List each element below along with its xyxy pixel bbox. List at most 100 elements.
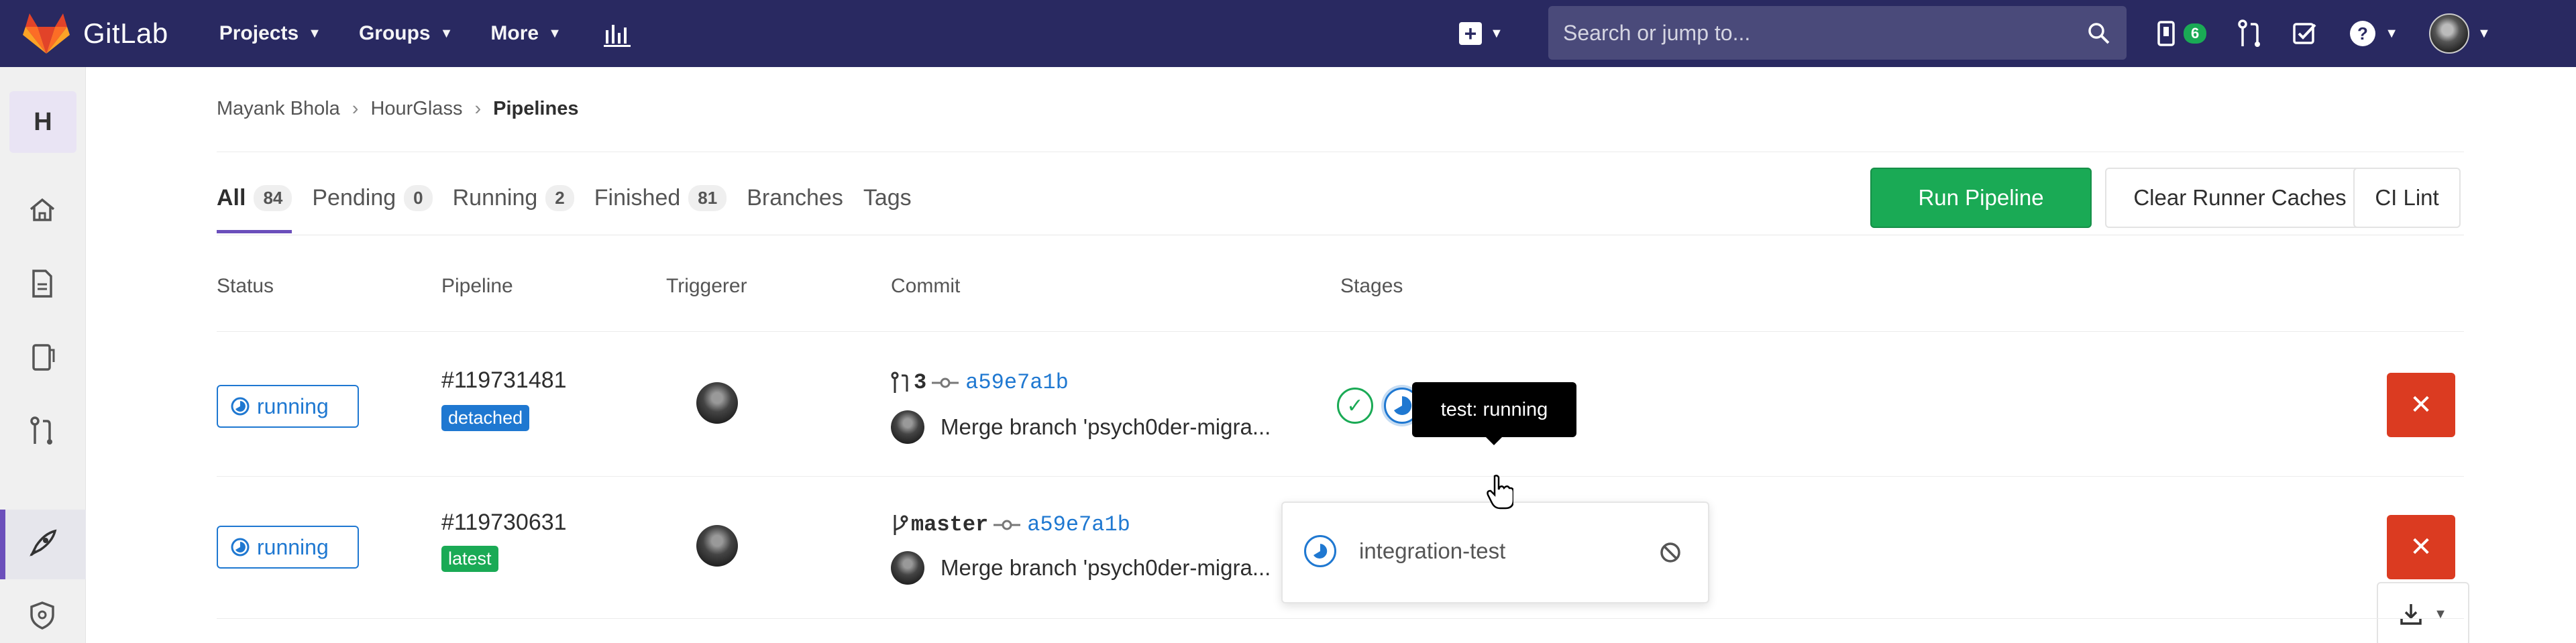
nav-projects-label: Projects: [219, 22, 299, 44]
pipeline-id-link[interactable]: #119731481: [441, 367, 567, 394]
pipeline-tag: detached: [441, 405, 530, 431]
chevron-down-icon: ▼: [2477, 25, 2491, 41]
nav-projects[interactable]: Projects ▼: [219, 22, 321, 45]
close-icon: ✕: [2410, 532, 2432, 562]
nav-more-label: More: [490, 22, 539, 44]
search-input[interactable]: [1563, 20, 2073, 46]
project-avatar[interactable]: H: [9, 91, 76, 153]
commit-title-link[interactable]: Merge branch 'psych0der-migra...: [941, 555, 1271, 581]
clear-runner-caches-button[interactable]: Clear Runner Caches: [2105, 168, 2375, 228]
tab-branches[interactable]: Branches: [747, 168, 843, 228]
run-pipeline-button[interactable]: Run Pipeline: [1870, 168, 2092, 228]
breadcrumb-project[interactable]: HourGlass: [370, 98, 462, 120]
commit-icon: [932, 377, 959, 388]
tab-label: Branches: [747, 184, 843, 211]
author-avatar[interactable]: [891, 551, 924, 585]
header-commit: Commit: [891, 275, 961, 297]
download-artifacts-dropdown[interactable]: ▼: [2377, 582, 2469, 643]
divider: [217, 618, 2464, 619]
stage-jobs-dropdown: integration-test: [1281, 502, 1709, 603]
commit-sha-link[interactable]: a59e7a1b: [965, 370, 1069, 395]
tab-running[interactable]: Running 2: [453, 168, 574, 228]
commit-sha-link[interactable]: a59e7a1b: [1027, 512, 1130, 537]
repository-icon[interactable]: [27, 268, 58, 299]
todos-button[interactable]: 6: [2157, 20, 2207, 47]
tab-count-badge: 84: [254, 184, 292, 211]
breadcrumb-current[interactable]: Pipelines: [493, 98, 578, 120]
merge-request-icon[interactable]: [27, 416, 58, 447]
job-name: integration-test: [1359, 538, 1506, 563]
tab-label: Pending: [312, 184, 396, 211]
help-icon: ?: [2350, 21, 2376, 46]
tab-count-badge: 0: [404, 184, 433, 211]
divider: [217, 476, 2464, 477]
commit-title-link[interactable]: Merge branch 'psych0der-migra...: [941, 414, 1271, 440]
tab-tags[interactable]: Tags: [863, 168, 912, 228]
todo-list-button[interactable]: [2292, 21, 2318, 46]
status-badge-running[interactable]: running: [217, 526, 359, 569]
job-item-integration-test[interactable]: integration-test: [1304, 535, 1505, 567]
nav-more[interactable]: More ▼: [490, 22, 561, 45]
nav-groups[interactable]: Groups ▼: [359, 22, 453, 45]
cancel-pipeline-button[interactable]: ✕: [2387, 373, 2455, 437]
user-menu[interactable]: ▼: [2429, 13, 2491, 54]
help-dropdown[interactable]: ? ▼: [2349, 19, 2398, 48]
breadcrumb-namespace[interactable]: Mayank Bhola: [217, 98, 340, 120]
status-label: running: [257, 394, 329, 418]
activity-chart-icon[interactable]: [602, 18, 633, 49]
cancel-pipeline-button[interactable]: ✕: [2387, 515, 2455, 579]
status-badge-running[interactable]: running: [217, 385, 359, 428]
ref-name[interactable]: master: [911, 512, 988, 537]
pipeline-id-link[interactable]: #119730631: [441, 510, 567, 536]
tab-all[interactable]: All 84: [217, 168, 292, 233]
tab-label: Running: [452, 184, 538, 211]
user-avatar: [2429, 13, 2470, 54]
pipeline-scope-tabs: All 84 Pending 0 Running 2 Finished 81 B…: [217, 168, 932, 233]
new-item-dropdown[interactable]: + ▼: [1459, 22, 1503, 45]
header-triggerer: Triggerer: [666, 275, 747, 297]
running-status-icon: [231, 397, 250, 416]
tab-count-badge: 81: [688, 184, 727, 211]
issues-icon: [2157, 21, 2175, 46]
svg-text:?: ?: [2357, 23, 2368, 44]
ref-name[interactable]: 3: [914, 370, 926, 395]
main-content: Mayank Bhola › HourGlass › Pipelines All…: [86, 67, 2576, 643]
tab-pending[interactable]: Pending 0: [312, 168, 433, 228]
close-icon: ✕: [2410, 390, 2432, 420]
home-icon[interactable]: [27, 194, 58, 225]
rocket-icon[interactable]: [27, 528, 58, 559]
running-status-icon: [1304, 535, 1336, 567]
brand[interactable]: GitLab: [23, 12, 168, 55]
shield-icon[interactable]: [27, 600, 58, 631]
download-icon: [2400, 604, 2422, 625]
gitlab-logo-icon: [23, 13, 70, 54]
cancel-job-icon[interactable]: [1658, 540, 1682, 565]
plus-icon: +: [1459, 22, 1482, 45]
search-icon: [2088, 23, 2110, 44]
status-label: running: [257, 534, 329, 559]
running-status-icon: [1394, 396, 1412, 415]
author-avatar[interactable]: [891, 410, 924, 444]
merge-requests-button[interactable]: [2237, 19, 2261, 48]
top-navbar: GitLab Projects ▼ Groups ▼ More ▼ + ▼ Se…: [0, 0, 2576, 67]
breadcrumb: Mayank Bhola › HourGlass › Pipelines: [217, 98, 578, 120]
chevron-down-icon: ▼: [1490, 25, 1503, 41]
commit-ref: 3 a59e7a1b: [891, 370, 1069, 395]
commit-message: Merge branch 'psych0der-migra...: [891, 551, 1271, 585]
issues-icon[interactable]: [27, 342, 58, 373]
tab-finished[interactable]: Finished 81: [594, 168, 727, 228]
ci-lint-button[interactable]: CI Lint: [2353, 168, 2461, 228]
chevron-down-icon: ▼: [439, 25, 453, 41]
triggerer-avatar[interactable]: [696, 382, 738, 424]
pipeline-tag: latest: [441, 546, 498, 572]
check-icon: ✓: [1346, 394, 1364, 417]
chevron-down-icon: ▼: [308, 25, 321, 41]
header-status: Status: [217, 275, 274, 297]
brand-name: GitLab: [83, 17, 168, 49]
commit-message: Merge branch 'psych0der-migra...: [891, 410, 1271, 444]
pointer-cursor-icon: [1487, 475, 1513, 510]
stage-success-button[interactable]: ✓: [1337, 388, 1373, 424]
triggerer-avatar[interactable]: [696, 525, 738, 567]
commit-ref: master a59e7a1b: [891, 512, 1130, 537]
search-box[interactable]: [1548, 6, 2127, 60]
